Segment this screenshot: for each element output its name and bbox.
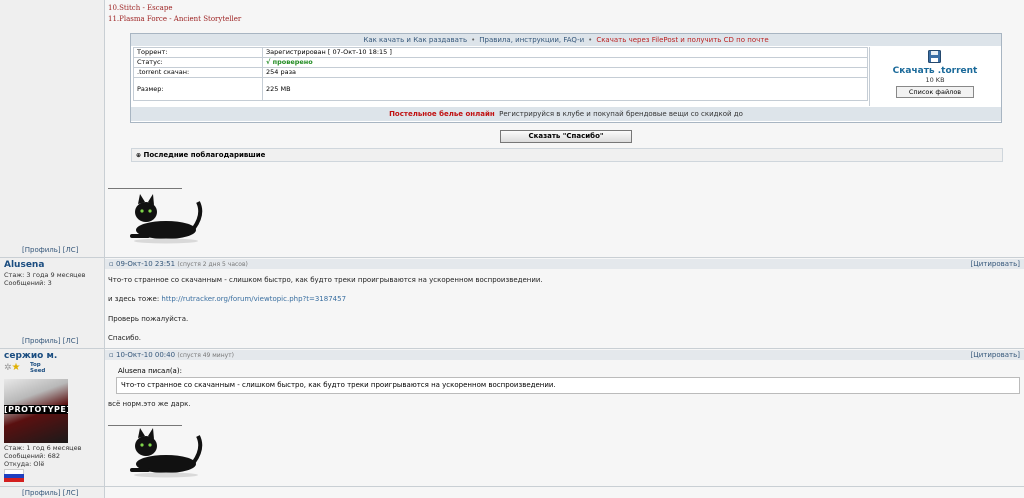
quote-author-label: Alusena писал(а): <box>118 367 182 375</box>
post-icon: ▫ <box>109 351 114 359</box>
quote-button[interactable]: [Цитировать] <box>971 259 1020 269</box>
seed-badge: ✲★ Top Seed <box>4 362 45 374</box>
post-date-wrap: ▫ 09-Окт-10 23:51 (спустя 2 дня 5 часов) <box>109 259 248 270</box>
track-item: 11.Plasma Force - Ancient Storyteller <box>108 15 242 23</box>
post-icon: ▫ <box>109 260 114 268</box>
author-name[interactable]: сержио м. <box>4 351 57 361</box>
download-torrent-link[interactable]: Скачать .torrent <box>870 66 1000 76</box>
post-text-line: Проверь пожалуйста. <box>108 315 189 323</box>
save-disk-icon <box>928 50 941 63</box>
info-value: Зарегистрирован [ 07-Окт-10 18:15 ] <box>262 47 868 58</box>
author-posts-count: Сообщений: 682 <box>4 452 60 460</box>
black-cat-image <box>130 428 203 478</box>
download-area: Скачать .torrent 10 KB Список файлов <box>869 47 1000 106</box>
quote-author: Alusena писал(а): <box>118 367 182 375</box>
author-experience: Стаж: 3 года 9 месяцев <box>4 271 86 279</box>
post-ago: (спустя 49 минут) <box>177 352 235 359</box>
info-value: 254 раза <box>262 67 868 78</box>
author-location: Откуда: Olё <box>4 460 45 468</box>
profile-links[interactable]: [Профиль] [ЛС] <box>22 337 78 345</box>
post-separator <box>0 257 1024 258</box>
help-link[interactable]: Как качать и Как раздавать <box>363 36 467 44</box>
post-date[interactable]: 09-Окт-10 23:51 <box>116 260 175 268</box>
black-cat-image <box>130 194 203 244</box>
filepost-link[interactable]: Скачать через FilePost и получить CD по … <box>596 36 768 44</box>
promo-title[interactable]: Постельное белье онлайн <box>389 110 495 118</box>
status-value: √ проверено <box>262 57 868 68</box>
last-thanked-label: Последние поблагодарившие <box>143 151 266 159</box>
post-ago: (спустя 2 дня 5 часов) <box>177 261 248 268</box>
author-meta: Стаж: 1 год 6 месяцев Сообщений: 682 Отк… <box>4 444 81 468</box>
torrent-info-box: Как качать и Как раздавать • Правила, инст… <box>130 33 1002 123</box>
quote-block: Что-то странное со скачанным - слишком б… <box>116 377 1020 394</box>
post-separator <box>0 486 1024 487</box>
profile-links[interactable]: [Профиль] [ЛС] <box>22 246 78 254</box>
help-links-bar: Как качать и Как раздавать • Правила, инст… <box>131 34 1001 46</box>
post-separator <box>0 348 1024 349</box>
gear-icon: ✲ <box>4 363 12 373</box>
post-header: ▫ 09-Окт-10 23:51 (спустя 2 дня 5 часов)… <box>105 259 1024 269</box>
post-text: и здесь тоже: <box>108 295 160 303</box>
avatar: [PROTOTYPE] <box>4 379 68 443</box>
post-header: ▫ 10-Окт-10 00:40 (спустя 49 минут) [Цит… <box>105 350 1024 360</box>
promo-text: Регистрируйся в клубе и покупай брендовы… <box>499 110 743 118</box>
post-date-wrap: ▫ 10-Окт-10 00:40 (спустя 49 минут) <box>109 350 234 361</box>
star-icon: ★ <box>11 362 21 373</box>
say-thanks-button[interactable]: Сказать "Спасибо" <box>500 130 632 143</box>
profile-links[interactable]: [Профиль] [ЛС] <box>22 489 78 497</box>
author-posts-count: Сообщений: 3 <box>4 279 52 287</box>
track-item: 10.Stitch - Escape <box>108 4 173 12</box>
post-date[interactable]: 10-Окт-10 00:40 <box>116 351 175 359</box>
signature-divider <box>108 425 182 426</box>
download-size: 10 KB <box>925 76 945 84</box>
post-text-line-with-link: и здесь тоже: http://rutracker.org/forum… <box>108 295 346 303</box>
info-key: Торрент: <box>133 47 263 58</box>
torrent-info-table: Торрент: Зарегистрирован [ 07-Окт-10 18:1… <box>133 47 868 101</box>
avatar-caption: [PROTOTYPE] <box>4 405 68 414</box>
signature-divider <box>108 188 182 189</box>
author-experience: Стаж: 1 год 6 месяцев <box>4 444 82 452</box>
post-link[interactable]: http://rutracker.org/forum/viewtopic.php… <box>161 295 346 303</box>
info-key: Статус: <box>133 57 263 68</box>
info-key: .torrent скачан: <box>133 67 263 78</box>
expand-icon[interactable]: ⊕ <box>136 152 141 159</box>
post-text-line: Что-то странное со скачанным - слишком б… <box>108 276 543 284</box>
author-name[interactable]: Alusena <box>4 260 44 270</box>
last-thanked-panel[interactable]: ⊕ Последние поблагодарившие <box>131 148 1003 162</box>
promo-banner[interactable]: Постельное белье онлайн Регистрируйся в … <box>131 107 1001 121</box>
top-seed-label: Top Seed <box>30 362 46 374</box>
russia-flag-icon <box>4 469 24 482</box>
author-meta: Стаж: 3 года 9 месяцев Сообщений: 3 <box>4 271 85 287</box>
quote-button[interactable]: [Цитировать] <box>971 350 1020 360</box>
file-list-button[interactable]: Список файлов <box>896 86 974 98</box>
rules-link[interactable]: Правила, инструкции, FAQ-и <box>479 36 584 44</box>
post-text-line: всё норм.это же дарк. <box>108 400 191 408</box>
info-value: 225 MB <box>262 77 868 101</box>
post-text-line: Спасибо. <box>108 334 141 342</box>
info-key: Размер: <box>133 77 263 101</box>
